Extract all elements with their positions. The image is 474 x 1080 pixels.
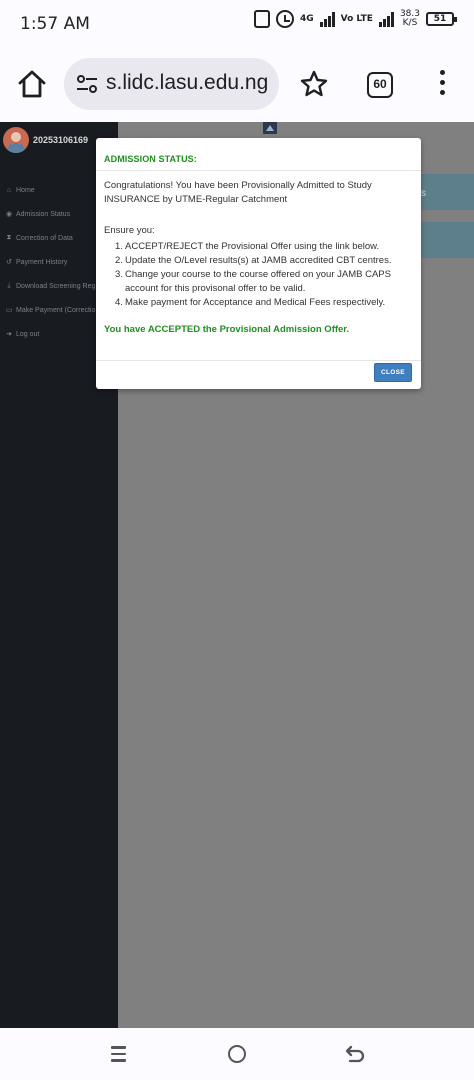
alarm-icon (275, 10, 294, 28)
battery-icon: 51 (426, 12, 457, 26)
recents-button[interactable] (111, 1046, 126, 1062)
home-button[interactable] (228, 1045, 246, 1063)
ensure-heading: Ensure you: (104, 225, 155, 236)
url-text[interactable]: s.lidc.lasu.edu.ng (106, 71, 268, 95)
list-item: 2. Update the O/Level results(s) at JAMB … (115, 255, 392, 266)
instruction-list: 1. ACCEPT/REJECT the Provisional Offer us… (104, 240, 413, 310)
modal-header: ADMISSION STATUS: (96, 138, 421, 171)
avatar (3, 127, 29, 153)
close-button[interactable]: CLOSE (374, 363, 412, 382)
admission-status-modal: ADMISSION STATUS: Congratulations! You h… (96, 138, 421, 389)
sidebar-item-label: Log out (16, 330, 40, 338)
hourglass-icon: ⧗ (6, 234, 12, 241)
background-panel-text: s (421, 188, 426, 199)
speed-unit: K/S (402, 18, 418, 28)
list-item: 1. ACCEPT/REJECT the Provisional Offer us… (115, 241, 380, 252)
status-time: 1:57 AM (20, 14, 90, 34)
back-button[interactable] (345, 1044, 365, 1064)
modal-footer: CLOSE (96, 360, 421, 382)
home-icon[interactable] (16, 68, 48, 100)
sidebar-item-label: Home (16, 186, 35, 194)
tab-switcher-button[interactable]: 60 (367, 72, 393, 98)
web-page: 20253106169 ⌂ Home ◉ Admission Status ⧗ Cor… (0, 122, 474, 1028)
site-settings-icon[interactable] (76, 74, 98, 94)
download-icon: ⤓ (7, 282, 11, 289)
background-panel (420, 222, 474, 258)
eye-icon: ◉ (5, 211, 13, 218)
credit-card-icon: ▭ (5, 307, 13, 314)
bookmark-star-icon[interactable] (300, 70, 328, 98)
sidebar-item-label: Admission Status (16, 210, 71, 218)
sidebar-item-label: Payment History (16, 258, 68, 266)
user-id: 20253106169 (33, 135, 89, 145)
more-menu-icon[interactable] (438, 70, 446, 98)
network-speed: 38.3 K/S (400, 10, 420, 28)
site-logo (263, 122, 277, 134)
vibrate-icon (253, 10, 270, 28)
modal-body: Congratulations! You have been Provision… (96, 171, 421, 337)
volte-label: Vo LTE (340, 13, 373, 24)
android-nav-bar (0, 1028, 474, 1080)
home-icon: ⌂ (6, 186, 12, 194)
sidebar-item-label: Make Payment (Correctio (16, 306, 96, 314)
accepted-status-message: You have ACCEPTED the Provisional Admiss… (104, 324, 350, 335)
signal-strength-icon (319, 11, 335, 27)
logout-icon: ➜ (6, 331, 12, 338)
list-item: 4. Make payment for Acceptance and Medica… (115, 297, 386, 308)
sidebar-item-label: Correction of Data (16, 234, 73, 242)
browser-toolbar: s.lidc.lasu.edu.ng 60 (0, 46, 474, 122)
address-bar[interactable]: s.lidc.lasu.edu.ng (64, 58, 279, 110)
list-item: 3. Change your course to the course offer… (115, 269, 391, 294)
status-icons: 4G Vo LTE 38.3 K/S 51 (253, 10, 457, 28)
congratulations-message: Congratulations! You have been Provision… (104, 180, 372, 205)
modal-title: ADMISSION STATUS: (104, 154, 197, 164)
sidebar-item-label: Download Screening Reg (16, 282, 96, 290)
android-status-bar: 1:57 AM 4G Vo LTE 38.3 K/S 51 (0, 0, 474, 46)
network-type-label: 4G (299, 13, 314, 24)
signal-strength-icon-2 (378, 11, 394, 27)
history-icon: ↺ (6, 259, 12, 266)
background-panel (420, 174, 474, 210)
